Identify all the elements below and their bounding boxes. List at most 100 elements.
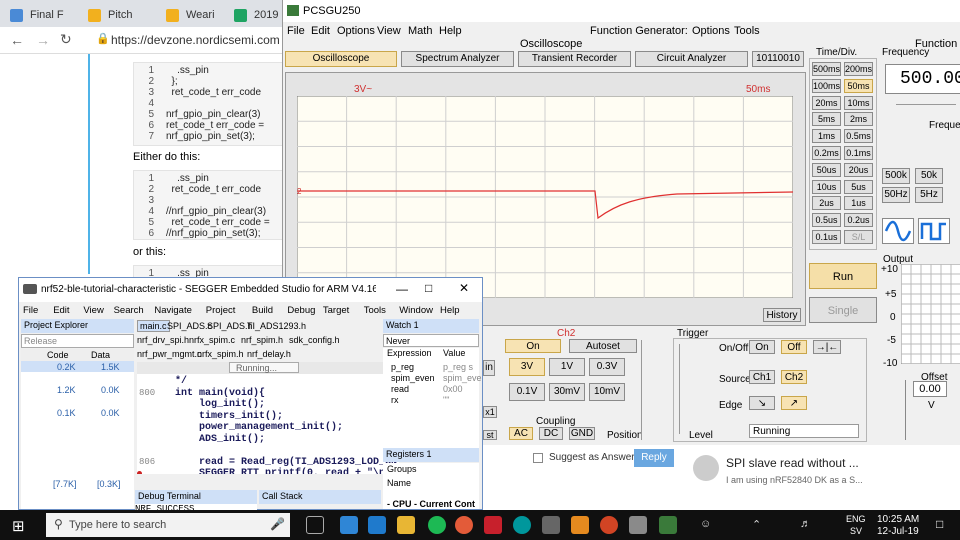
pcsgu-taskbar-icon[interactable] bbox=[659, 516, 677, 534]
menu-math[interactable]: Math bbox=[408, 25, 432, 37]
taskbar-search[interactable]: ⚲ Type here to search 🎤 bbox=[46, 513, 290, 537]
time-div-button[interactable]: 200ms bbox=[844, 62, 873, 76]
frequency-slider[interactable] bbox=[896, 104, 956, 108]
tab-sdk-config-h[interactable]: sdk_config.h bbox=[289, 335, 340, 345]
ch2-on-button[interactable]: On bbox=[505, 339, 561, 353]
menu-edit[interactable]: Edit bbox=[311, 25, 330, 37]
time-div-button[interactable]: 0.2ms bbox=[812, 146, 841, 160]
tray-chevron-icon[interactable]: ⌃ bbox=[752, 518, 761, 531]
maximize-icon[interactable]: □ bbox=[425, 281, 432, 295]
run-button[interactable]: Run bbox=[809, 263, 877, 289]
time-div-button[interactable]: 0.1us bbox=[812, 230, 841, 244]
edge-rising-button[interactable]: ↗ bbox=[781, 396, 807, 410]
segger-menu-item[interactable]: Help bbox=[440, 305, 460, 316]
segger-menu-item[interactable]: Build bbox=[252, 305, 273, 316]
minimize-icon[interactable]: — bbox=[396, 282, 408, 296]
tab-nrfx-spim-h[interactable]: nrfx_spim.h bbox=[197, 349, 244, 359]
tab-nrf-pwr-mgmt-c[interactable]: nrf_pwr_mgmt.c bbox=[137, 349, 202, 359]
volts-30mv-button[interactable]: 30mV bbox=[549, 383, 585, 401]
time-div-button[interactable]: 10ms bbox=[844, 95, 873, 110]
source-ch2-button[interactable]: Ch2 bbox=[781, 370, 807, 384]
autoset-button[interactable]: Autoset bbox=[569, 339, 637, 353]
time-div-button[interactable]: 5ms bbox=[812, 112, 841, 127]
acrobat-icon[interactable] bbox=[484, 516, 502, 534]
volts-10mv-button[interactable]: 10mV bbox=[589, 383, 625, 401]
watch-mode-select[interactable]: Never bbox=[383, 334, 479, 347]
menu-options[interactable]: Options bbox=[337, 25, 375, 37]
tab-spectrum-analyzer[interactable]: Spectrum Analyzer bbox=[401, 51, 514, 67]
trigger-position-button[interactable]: →|← bbox=[813, 340, 841, 354]
browser-tab[interactable]: Pitch bbox=[78, 4, 156, 27]
coupling-ac-button[interactable]: AC bbox=[509, 427, 533, 440]
clock-time[interactable]: 10:25 AM bbox=[877, 514, 919, 525]
history-button[interactable]: History bbox=[763, 308, 801, 322]
reload-icon[interactable]: ↻ bbox=[60, 31, 72, 48]
time-div-button[interactable]: 5us bbox=[844, 179, 873, 194]
trigger-off-button[interactable]: Off bbox=[781, 340, 807, 354]
trigger-level-slider[interactable] bbox=[679, 344, 689, 434]
edge-icon[interactable] bbox=[340, 516, 358, 534]
menu-help[interactable]: Help bbox=[439, 25, 462, 37]
volts-01v-button[interactable]: 0.1V bbox=[509, 383, 545, 401]
volts-03v-button[interactable]: 0.3V bbox=[589, 358, 625, 376]
tab-main-c[interactable]: main.c bbox=[137, 320, 170, 332]
tab-nrf-drv-spi-h[interactable]: nrf_drv_spi.h bbox=[137, 335, 189, 345]
time-div-button[interactable]: 1us bbox=[844, 196, 873, 211]
store-icon[interactable] bbox=[368, 516, 386, 534]
partial-button[interactable]: in bbox=[483, 360, 495, 376]
range-50hz-button[interactable]: 50Hz bbox=[882, 187, 910, 203]
range-500k-button[interactable]: 500k bbox=[882, 168, 910, 184]
time-div-button[interactable]: 100ms bbox=[812, 78, 841, 93]
tab-nrf-spim-h[interactable]: nrf_spim.h bbox=[241, 335, 283, 345]
segger-menu-item[interactable]: Target bbox=[323, 305, 349, 316]
segger-taskbar-icon[interactable] bbox=[542, 516, 560, 534]
tab-spi-ads-h[interactable]: SPI_ADS.h bbox=[207, 321, 253, 331]
offset-slider[interactable] bbox=[905, 380, 909, 440]
segger-menu-item[interactable]: View bbox=[83, 305, 103, 316]
time-div-button[interactable]: 20ms bbox=[812, 95, 841, 110]
people-icon[interactable]: ☺ bbox=[700, 518, 711, 530]
registers-panel[interactable]: Groups Name - CPU - Current Cont bbox=[383, 463, 479, 509]
x1-button[interactable]: x1 bbox=[483, 406, 497, 418]
tab-logic[interactable]: 10110010 bbox=[752, 51, 804, 67]
offset-display[interactable]: 0.00 bbox=[913, 381, 947, 397]
tab-transient-recorder[interactable]: Transient Recorder bbox=[518, 51, 631, 67]
ch2-position-slider[interactable] bbox=[641, 340, 651, 440]
time-div-button[interactable]: 1ms bbox=[812, 129, 841, 144]
segger-menu-item[interactable]: Navigate bbox=[154, 305, 192, 316]
clock-date[interactable]: 12-Jul-19 bbox=[877, 526, 919, 537]
range-50k-button[interactable]: 50k bbox=[915, 168, 943, 184]
volume-icon[interactable]: ♬ bbox=[800, 518, 811, 530]
arduino-icon[interactable] bbox=[513, 516, 531, 534]
time-div-button[interactable]: 2ms bbox=[844, 112, 873, 127]
project-tree[interactable]: 0.2K 1.5K 1.2K 0.0K 0.1K 0.0K [7.7K] [0.… bbox=[21, 361, 134, 509]
square-wave-button[interactable] bbox=[918, 218, 950, 244]
time-div-button[interactable]: 500ms bbox=[812, 62, 841, 76]
keyboard-layout[interactable]: SV bbox=[850, 526, 862, 536]
browser-tab[interactable]: Final F bbox=[0, 4, 78, 27]
time-div-button[interactable]: 20us bbox=[844, 162, 873, 177]
segger-menu-item[interactable]: Tools bbox=[364, 305, 386, 316]
task-view-icon[interactable] bbox=[306, 516, 324, 534]
time-div-button[interactable]: 0.1ms bbox=[844, 146, 873, 160]
config-select[interactable]: Release bbox=[21, 334, 134, 348]
back-arrow-icon[interactable]: ← bbox=[10, 32, 24, 48]
range-5hz-button[interactable]: 5Hz bbox=[915, 187, 943, 203]
notifications-icon[interactable]: □ bbox=[936, 517, 943, 531]
reply-button[interactable]: Reply bbox=[634, 449, 674, 467]
sublime-icon[interactable] bbox=[571, 516, 589, 534]
forward-arrow-icon[interactable]: → bbox=[36, 32, 50, 48]
segger-menu-item[interactable]: Project bbox=[206, 305, 236, 316]
tab-ti-ads1293-h[interactable]: TI_ADS1293.h bbox=[247, 321, 306, 331]
segger-menu-item[interactable]: Search bbox=[114, 305, 144, 316]
coupling-dc-button[interactable]: DC bbox=[539, 427, 563, 440]
tab-oscilloscope[interactable]: Oscilloscope bbox=[285, 51, 397, 67]
url-field[interactable]: https://devzone.nordicsemi.com bbox=[111, 33, 280, 47]
browser-tab[interactable]: Weari bbox=[156, 4, 224, 27]
paint-icon[interactable] bbox=[629, 516, 647, 534]
fg-menu-tools[interactable]: Tools bbox=[734, 25, 760, 37]
time-div-button[interactable]: 10us bbox=[812, 179, 841, 194]
single-button[interactable]: Single bbox=[809, 297, 877, 323]
language-code[interactable]: ENG bbox=[846, 514, 866, 524]
windows-start-icon[interactable]: ⊞ bbox=[12, 517, 25, 535]
